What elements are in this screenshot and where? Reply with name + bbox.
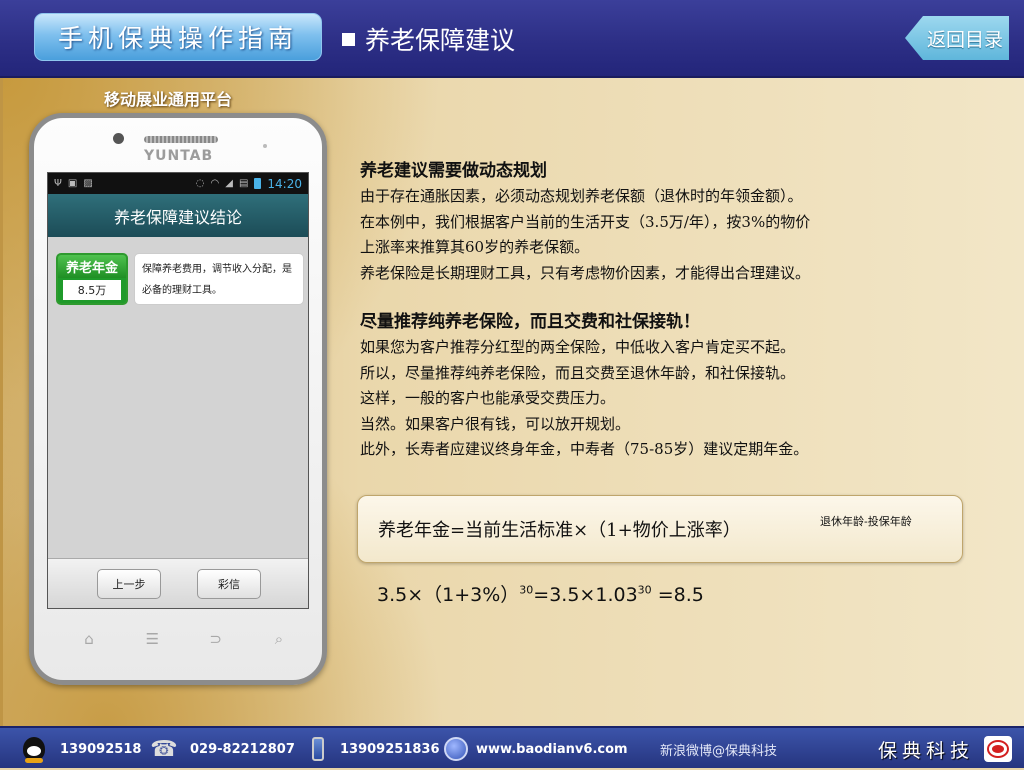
paragraph-line: 如果您为客户推荐分红型的两全保险，中低收入客户肯定买不起。 (360, 338, 796, 356)
footer-telephone: ☎ 029-82212807 (150, 728, 295, 770)
footer-brand: 保典科技 (878, 739, 975, 762)
footer-qq: 139092518 (22, 728, 141, 770)
battery-icon (254, 178, 262, 189)
footer-website[interactable]: www.baodianv6.com (444, 728, 628, 770)
formula-box: 养老年金=当前生活标准×（1+物价上涨率） 退休年龄-投保年龄 (357, 495, 963, 563)
paragraph-line: 当然。如果客户很有钱，可以放开规划。 (360, 414, 631, 433)
calc-exponent-2: 30 (637, 583, 652, 597)
brand-logo-icon (984, 736, 1012, 762)
phone-softkeys: ⌂ ☰ ⊃ ⌕ (69, 630, 299, 648)
globe-icon (444, 737, 468, 761)
footer-mobile: 13909251836 (306, 728, 440, 770)
calculation-example: 3.5×（1+3%）30=3.5×1.0330 =8.5 (377, 580, 704, 607)
paragraph-line: 此外，长寿者应建议终身年金，中寿者（75-85岁）建议定期年金。 (360, 440, 809, 459)
phone-brand-label: YUNTAB (144, 148, 214, 164)
image-icon: ▨ (83, 178, 93, 189)
calc-part-2: =3.5×1.03 (533, 584, 638, 606)
wifi-icon: ◠ (210, 178, 220, 189)
telephone-icon: ☎ (150, 736, 178, 762)
screen-content: 养老年金 8.5万 保障养老费用，调节收入分配，是必备的理财工具。 (48, 237, 308, 555)
signal-icon: ◢ (225, 178, 233, 189)
menu-icon[interactable]: ☰ (132, 630, 172, 648)
screen-title: 养老保障建议结论 (48, 194, 308, 237)
previous-step-button[interactable]: 上一步 (97, 568, 161, 599)
section-heading: 尽量推荐纯养老保险，而且交费和社保接轨！ (360, 312, 700, 332)
calc-part-3: =8.5 (651, 584, 704, 606)
speaker-grille (144, 136, 218, 143)
mobile-phone-icon (306, 737, 330, 761)
data-icon: ▤ (238, 178, 249, 189)
header-bar: 手机保典操作指南 养老保障建议 返回目录 (0, 0, 1024, 78)
paragraph-line: 养老保险是长期理财工具，只有考虑物价因素，才能得出合理建议。 (360, 263, 811, 282)
pension-card-label: 养老年金 (58, 255, 126, 278)
calc-exponent-1: 30 (519, 583, 534, 597)
search-icon[interactable]: ⌕ (259, 630, 299, 648)
section-title: 养老保障建议 (342, 22, 515, 56)
platform-label: 移动展业通用平台 (104, 90, 233, 109)
usb-icon: Ψ (54, 178, 62, 189)
section-heading: 养老建议需要做动态规划 (360, 161, 547, 181)
weibo-account: 新浪微博@保典科技 (660, 743, 778, 759)
phone-mockup: YUNTAB Ψ ▣ ▨ ◌ ◠ ◢ ▤ 14:20 养老保障建议结论 养老年金… (29, 113, 327, 685)
qq-number: 139092518 (60, 741, 142, 757)
qq-penguin-icon (22, 737, 46, 763)
camera-icon (113, 133, 124, 144)
footer-bar: 139092518 ☎ 029-82212807 13909251836 www… (0, 726, 1024, 768)
screen-bottom-bar: 上一步 彩信 (48, 558, 308, 608)
sync-icon: ◌ (195, 178, 205, 189)
pension-annuity-card[interactable]: 养老年金 8.5万 (56, 253, 128, 305)
back-icon[interactable]: ⊃ (196, 630, 236, 648)
paragraph-line: 这样，一般的客户也能承受交费压力。 (360, 389, 616, 408)
website-link[interactable]: www.baodianv6.com (476, 742, 628, 757)
telephone-number: 029-82212807 (190, 741, 295, 757)
mobile-number: 13909251836 (340, 741, 440, 757)
status-time: 14:20 (267, 176, 302, 191)
paragraph-line: 上涨率来推算其60岁的养老保额。 (360, 238, 590, 257)
app-brand-title: 手机保典操作指南 (34, 13, 322, 61)
formula-text: 养老年金=当前生活标准×（1+物价上涨率） (378, 520, 741, 541)
phone-screen: Ψ ▣ ▨ ◌ ◠ ◢ ▤ 14:20 养老保障建议结论 养老年金 8.5万 保… (47, 172, 309, 609)
back-to-contents-button[interactable]: 返回目录 (905, 16, 1009, 60)
pure-pension-section: 尽量推荐纯养老保险，而且交费和社保接轨！ 如果您为客户推荐分红型的两全保险，中低… (360, 309, 970, 463)
section-title-text: 养老保障建议 (365, 26, 516, 55)
status-bar: Ψ ▣ ▨ ◌ ◠ ◢ ▤ 14:20 (48, 173, 308, 194)
sensor-dot (263, 144, 267, 148)
calc-part-1: 3.5×（1+3%） (377, 584, 520, 606)
pension-note: 保障养老费用，调节收入分配，是必备的理财工具。 (134, 253, 304, 305)
paragraph-line: 在本例中，我们根据客户当前的生活开支（3.5万/年），按3%的物价 (360, 212, 811, 231)
paragraph-line: 所以，尽量推荐纯养老保险，而且交费至退休年龄，和社保接轨。 (360, 363, 796, 382)
home-icon[interactable]: ⌂ (69, 630, 109, 648)
dynamic-planning-section: 养老建议需要做动态规划 由于存在通胀因素，必须动态规划养老保额（退休时的年领金额… (360, 158, 970, 286)
mms-button[interactable]: 彩信 (197, 568, 261, 599)
square-bullet-icon (342, 32, 355, 46)
notification-icon: ▣ (67, 178, 78, 189)
formula-exponent: 退休年龄-投保年龄 (820, 515, 912, 528)
paragraph-line: 由于存在通胀因素，必须动态规划养老保额（退休时的年领金额）。 (360, 187, 803, 205)
pension-card-value: 8.5万 (63, 280, 121, 300)
